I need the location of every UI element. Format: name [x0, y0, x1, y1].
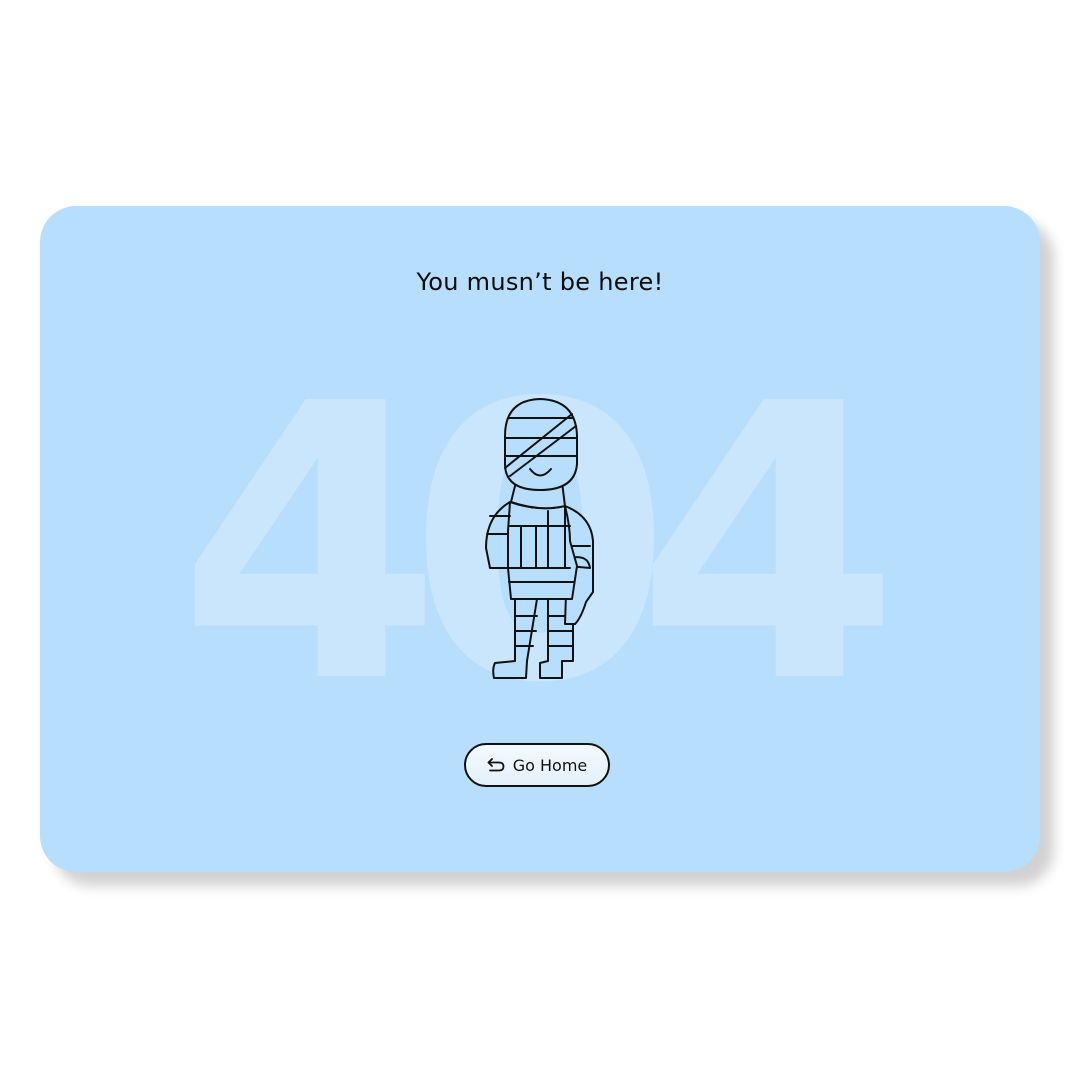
- error-card: 4 0 4 You musn’t be here!: [40, 206, 1040, 872]
- go-home-label: Go Home: [512, 755, 588, 775]
- mummy-illustration: [485, 398, 594, 679]
- error-digit-last: 4: [636, 323, 900, 766]
- return-arrow-icon: [487, 757, 505, 773]
- page-title: You musn’t be here!: [416, 268, 664, 296]
- error-digit-first: 4: [178, 323, 442, 766]
- go-home-button[interactable]: Go Home: [464, 743, 610, 787]
- page: 4 0 4 You musn’t be here!: [0, 0, 1080, 1080]
- mummy-left-leg: [492, 598, 538, 679]
